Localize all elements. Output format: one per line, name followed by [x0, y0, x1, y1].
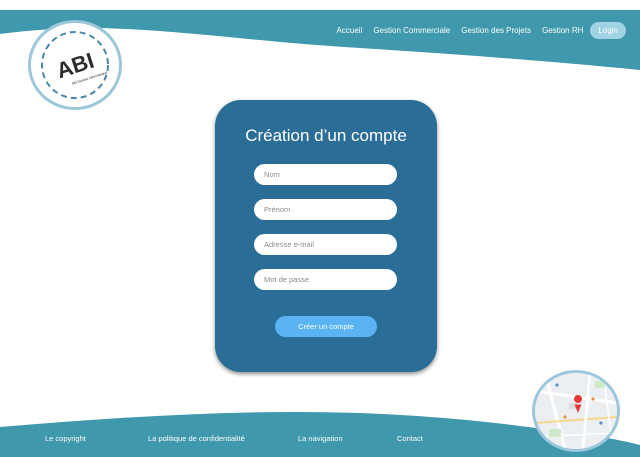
email-field[interactable]: [254, 234, 397, 255]
logo-mark: ABI Abi bureau informatique: [41, 31, 109, 99]
main-navigation: Accueil Gestion Commerciale Gestion des …: [337, 22, 626, 39]
footer-link-copyright[interactable]: Le copyright: [45, 434, 86, 443]
map-tiles: [535, 373, 617, 449]
password-field[interactable]: [254, 269, 397, 290]
create-account-button[interactable]: Créer un compte: [275, 316, 377, 337]
logo[interactable]: ABI Abi bureau informatique: [28, 20, 122, 110]
nav-gestion-projets[interactable]: Gestion des Projets: [461, 26, 531, 35]
nom-field[interactable]: [254, 164, 397, 185]
footer-link-navigation[interactable]: La navigation: [298, 434, 343, 443]
footer-link-privacy[interactable]: La politique de confidentialité: [148, 434, 245, 443]
login-button[interactable]: Login: [590, 22, 626, 39]
signup-card: Création d’un compte Créer un compte: [215, 100, 437, 372]
nav-gestion-commerciale[interactable]: Gestion Commerciale: [373, 26, 450, 35]
location-map[interactable]: [532, 370, 620, 452]
nav-gestion-rh[interactable]: Gestion RH: [542, 26, 583, 35]
footer-link-contact[interactable]: Contact: [397, 434, 423, 443]
prenom-field[interactable]: [254, 199, 397, 220]
form-title: Création d’un compte: [245, 126, 407, 145]
nav-accueil[interactable]: Accueil: [337, 26, 363, 35]
